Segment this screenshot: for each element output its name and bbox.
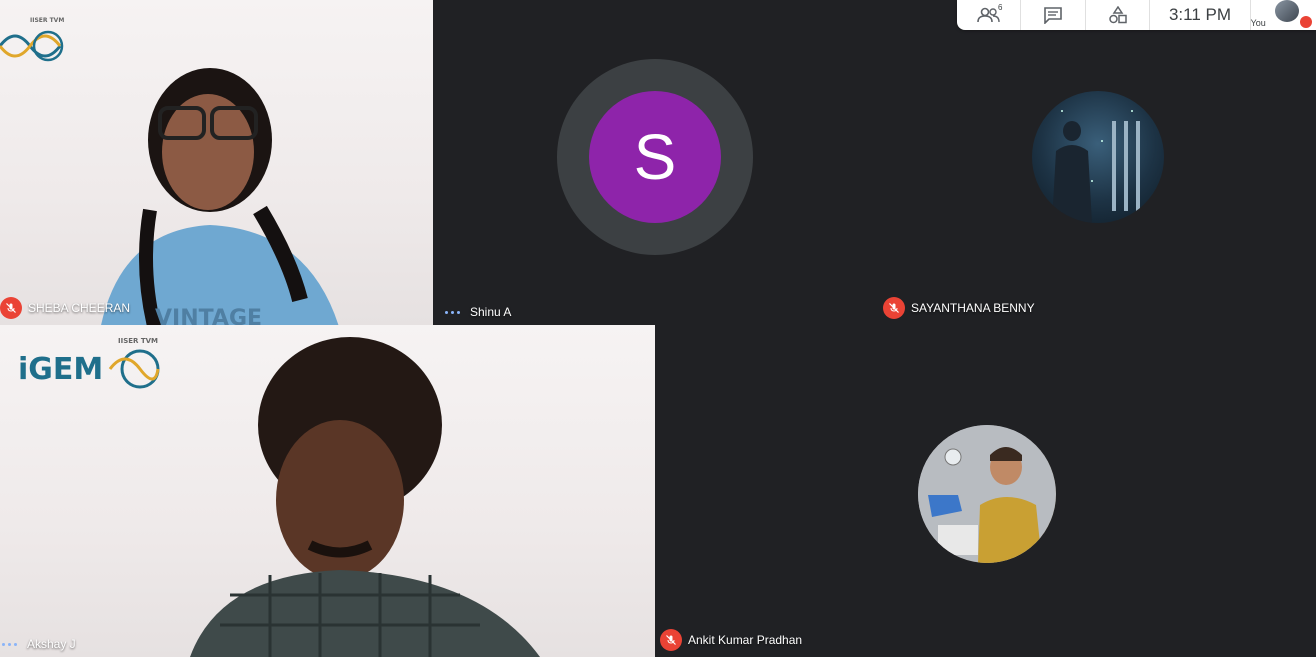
participant-name: Shinu A [470, 305, 512, 319]
participant-name: Akshay J [27, 637, 76, 651]
participant-name: Ankit Kumar Pradhan [688, 633, 803, 647]
svg-text:iGEM: iGEM [18, 352, 103, 387]
mic-off-icon [660, 629, 682, 651]
avatar [918, 425, 1056, 563]
mic-off-icon [883, 297, 905, 319]
participant-tile-ankit[interactable]: Ankit Kumar Pradhan [655, 325, 1316, 657]
participant-name-label: Shinu A [443, 305, 511, 325]
meeting-stage: IISER TVM VINTAGE SHEBA CHEERAN S Shinu … [0, 0, 1316, 657]
avatar [1032, 91, 1164, 223]
participant-video-sheba: VINTAGE [101, 68, 339, 325]
meeting-top-bar: 6 3:11 PM You [957, 0, 1316, 30]
participant-name: SHEBA CHEERAN [28, 301, 131, 315]
people-count: 6 [998, 3, 1003, 12]
participant-name: SAYANTHANA BENNY [911, 301, 1035, 315]
igem-logo: IISER TVM [0, 6, 66, 66]
participant-name-label: SHEBA CHEERAN [0, 297, 130, 325]
avatar-ring: S [557, 59, 753, 255]
svg-text:VINTAGE: VINTAGE [155, 306, 262, 325]
speaking-indicator-icon [0, 642, 21, 646]
activities-icon [1108, 6, 1127, 24]
avatar: S [589, 91, 721, 223]
participant-name-label: Akshay J [0, 637, 76, 657]
participant-tile-sheba[interactable]: IISER TVM VINTAGE SHEBA CHEERAN [0, 0, 433, 325]
mic-off-icon [0, 297, 22, 319]
chat-icon [1044, 7, 1063, 24]
participant-tile-shinu[interactable]: S Shinu A [433, 0, 878, 325]
activities-button[interactable] [1086, 0, 1151, 30]
logo-sub-text: IISER TVM [30, 17, 64, 24]
self-view[interactable]: You [1251, 0, 1316, 30]
mic-off-icon [1300, 16, 1313, 28]
chat-button[interactable] [1021, 0, 1086, 30]
participant-tile-sayanthana[interactable]: SAYANTHANA BENNY [878, 0, 1316, 325]
participant-video-akshay [190, 337, 540, 657]
logo-sub-text: IISER TVM [118, 337, 158, 345]
participant-name-label: Ankit Kumar Pradhan [660, 629, 802, 657]
participant-tile-akshay[interactable]: IISER TVM iGEM Akshay J [0, 325, 655, 657]
igem-logo: IISER TVM iGEM [18, 331, 163, 395]
self-avatar [1274, 0, 1299, 22]
speaking-indicator-icon [443, 310, 464, 314]
self-label: You [1250, 18, 1266, 28]
people-button[interactable]: 6 [957, 0, 1022, 30]
meeting-clock: 3:11 PM [1150, 0, 1251, 30]
participant-name-label: SAYANTHANA BENNY [883, 297, 1035, 325]
